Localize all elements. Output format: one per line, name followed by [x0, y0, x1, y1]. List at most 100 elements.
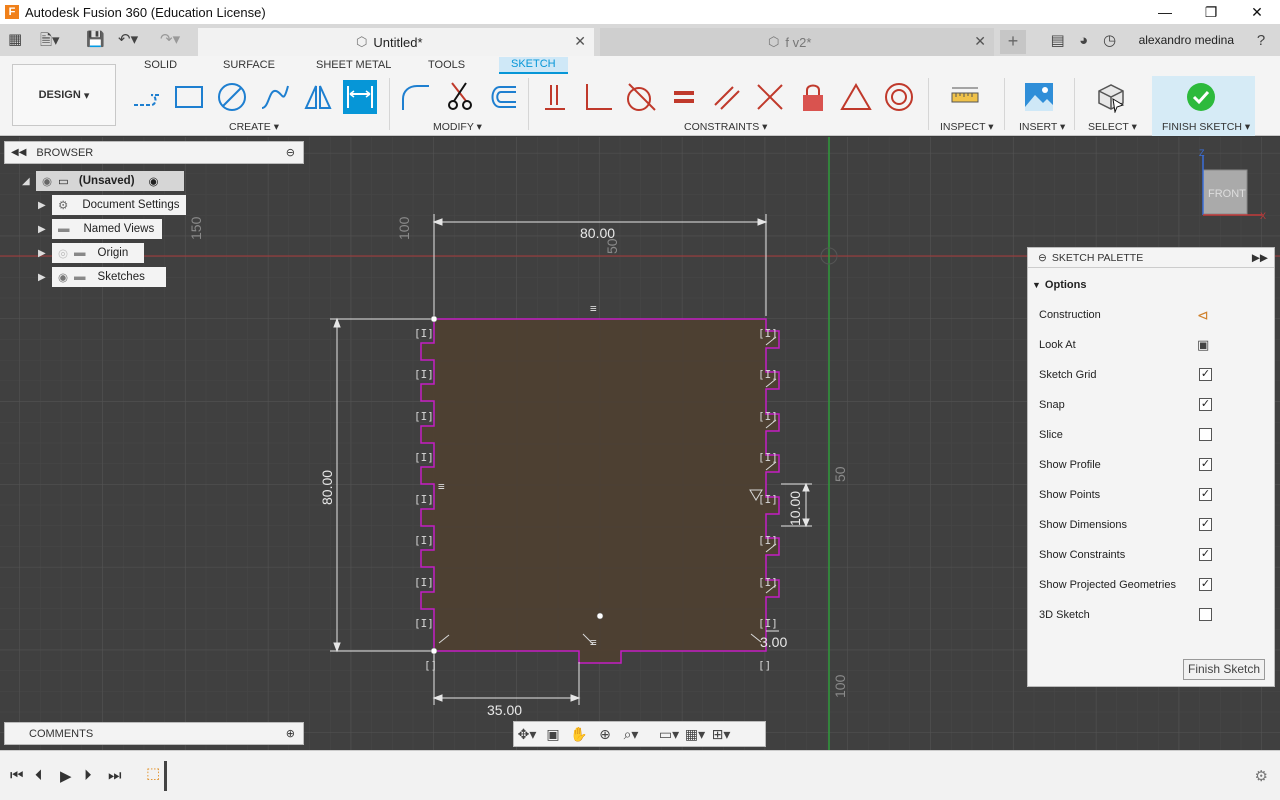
look-at-icon[interactable]: ▣ [540, 726, 566, 743]
rectangle-tool-icon[interactable] [172, 80, 206, 114]
option-slice[interactable]: Slice [1039, 425, 1269, 445]
tab-sheet-metal[interactable]: SHEET METAL [316, 59, 391, 71]
slice-checkbox[interactable] [1199, 428, 1212, 441]
help-icon[interactable]: ? [1248, 32, 1274, 49]
new-tab-button[interactable]: + [1000, 30, 1026, 54]
close-tab-icon[interactable]: ✕ [574, 33, 586, 50]
show-points-checkbox[interactable]: ✓ [1199, 488, 1212, 501]
option-snap[interactable]: Snap ✓ [1039, 395, 1269, 415]
fillet-tool-icon[interactable] [398, 80, 432, 114]
sketch-palette-header[interactable]: ⊖ SKETCH PALETTE ▶▶ [1028, 248, 1274, 268]
close-window-button[interactable]: ✕ [1234, 0, 1280, 24]
go-to-start-icon[interactable]: ⏮ [10, 767, 24, 784]
browser-item-origin[interactable]: ▶ ◎ ▬ Origin [38, 243, 144, 263]
options-section-header[interactable]: ▼ Options [1032, 275, 1262, 295]
undo-icon[interactable]: ↶▾ [118, 30, 138, 48]
option-show-constraints[interactable]: Show Constraints ✓ [1039, 545, 1269, 565]
triangle-constraint-icon[interactable] [839, 80, 873, 114]
circle-tool-icon[interactable] [215, 80, 249, 114]
constraints-group-label[interactable]: CONSTRAINTS ▾ [684, 121, 767, 133]
expand-icon[interactable]: ◢ [22, 176, 36, 187]
dimension-tool-icon[interactable] [343, 80, 377, 114]
dimension-text-tab-depth[interactable]: 3.00 [760, 634, 787, 650]
show-profile-checkbox[interactable]: ✓ [1199, 458, 1212, 471]
eye-icon[interactable]: ◉ [58, 270, 68, 284]
eye-icon[interactable]: ◉ [42, 174, 52, 188]
job-status-icon[interactable]: ◕ [1071, 32, 1097, 49]
line-tool-icon[interactable] [130, 80, 164, 114]
dimension-text-offset[interactable]: 35.00 [487, 702, 522, 718]
fix-constraint-icon[interactable] [796, 80, 830, 114]
inspect-group-label[interactable]: INSPECT ▾ [940, 121, 994, 133]
close-tab-icon[interactable]: ✕ [974, 33, 986, 50]
grid-settings-icon[interactable]: ▦▾ [682, 726, 708, 743]
concentric-constraint-icon[interactable] [882, 80, 916, 114]
expand-icon[interactable]: ▶ [38, 248, 52, 259]
browser-item-sketches[interactable]: ▶ ◉ ▬ Sketches [38, 267, 166, 287]
activate-icon[interactable]: ◉ [149, 174, 159, 188]
expand-icon[interactable]: ▶ [38, 272, 52, 283]
equal-constraint-icon[interactable] [667, 80, 701, 114]
redo-icon[interactable]: ↷▾ [160, 30, 180, 48]
minimize-panel-icon[interactable]: ⊖ [1038, 252, 1047, 264]
go-to-end-icon[interactable]: ⏭ [108, 767, 122, 784]
orbit-icon[interactable]: ✥▾ [514, 726, 540, 743]
modify-group-label[interactable]: MODIFY ▾ [433, 121, 482, 133]
finish-sketch-button[interactable]: Finish Sketch [1183, 659, 1265, 680]
select-group-label[interactable]: SELECT ▾ [1088, 121, 1137, 133]
show-dimensions-checkbox[interactable]: ✓ [1199, 518, 1212, 531]
browser-item-document-settings[interactable]: ▶ ⚙ Document Settings [38, 195, 186, 215]
measure-tool-icon[interactable] [948, 80, 982, 114]
spline-tool-icon[interactable] [258, 80, 292, 114]
add-comment-icon[interactable]: ⊕ [286, 727, 295, 740]
option-construction[interactable]: Construction ⊲ [1039, 305, 1269, 325]
play-icon[interactable]: ▶ [60, 767, 72, 785]
dimension-text-height[interactable]: 80.00 [319, 470, 335, 505]
option-show-points[interactable]: Show Points ✓ [1039, 485, 1269, 505]
tab-surface[interactable]: SURFACE [223, 59, 275, 71]
option-show-dimensions[interactable]: Show Dimensions ✓ [1039, 515, 1269, 535]
insert-image-icon[interactable] [1022, 80, 1056, 114]
browser-header[interactable]: ◀◀ BROWSER ⊖ [4, 141, 304, 164]
step-back-icon[interactable]: ⏴ [35, 767, 43, 784]
display-settings-icon[interactable]: ▭▾ [656, 726, 682, 743]
option-sketch-grid[interactable]: Sketch Grid ✓ [1039, 365, 1269, 385]
dimension-text-width[interactable]: 80.00 [580, 225, 615, 241]
collapse-left-icon[interactable]: ◀◀ [11, 147, 26, 158]
app-grid-icon[interactable]: ▦ [8, 30, 22, 48]
save-icon[interactable]: 💾 [86, 30, 105, 48]
history-icon[interactable]: ◷ [1097, 31, 1123, 49]
timeline-settings-gear-icon[interactable]: ⚙ [1255, 767, 1268, 785]
comments-header[interactable]: COMMENTS ⊕ [4, 722, 304, 745]
option-show-projected-geometries[interactable]: Show Projected Geometries ✓ [1039, 575, 1269, 595]
option-show-profile[interactable]: Show Profile ✓ [1039, 455, 1269, 475]
zoom-icon[interactable]: ⊕ [592, 726, 618, 743]
viewports-icon[interactable]: ⊞▾ [708, 726, 734, 743]
tab-sketch[interactable]: SKETCH [499, 57, 568, 74]
horizontal-vertical-constraint-icon[interactable] [538, 80, 572, 114]
show-constraints-checkbox[interactable]: ✓ [1199, 548, 1212, 561]
trim-tool-icon[interactable] [443, 80, 477, 114]
maximize-button[interactable]: ❐ [1188, 0, 1234, 24]
tab-tools[interactable]: TOOLS [428, 59, 465, 71]
show-projected-geometries-checkbox[interactable]: ✓ [1199, 578, 1212, 591]
fit-icon[interactable]: ⌕▾ [618, 726, 644, 743]
tangent-constraint-icon[interactable] [624, 80, 658, 114]
step-forward-icon[interactable]: ⏵ [84, 767, 92, 784]
notifications-icon[interactable]: ▤ [1045, 31, 1071, 49]
tab-untitled[interactable]: ⬡ Untitled* ✕ [198, 28, 594, 56]
expand-icon[interactable]: ▶ [38, 200, 52, 211]
expand-icon[interactable]: ▶ [38, 224, 52, 235]
construction-icon[interactable]: ⊲ [1197, 307, 1209, 324]
eye-hidden-icon[interactable]: ◎ [58, 246, 68, 260]
sketch-grid-checkbox[interactable]: ✓ [1199, 368, 1212, 381]
browser-item-named-views[interactable]: ▶ ▬ Named Views [38, 219, 162, 239]
tab-solid[interactable]: SOLID [144, 59, 177, 71]
select-tool-icon[interactable] [1094, 80, 1128, 114]
timeline-marker[interactable] [164, 761, 167, 791]
pan-icon[interactable]: ✋ [566, 726, 592, 743]
user-name[interactable]: alexandro medina [1139, 33, 1234, 47]
snap-checkbox[interactable]: ✓ [1199, 398, 1212, 411]
browser-item-root[interactable]: ◢ ◉ ▭ (Unsaved) ◉ [22, 171, 184, 191]
workspace-switcher[interactable]: DESIGN ▾ [12, 64, 116, 126]
